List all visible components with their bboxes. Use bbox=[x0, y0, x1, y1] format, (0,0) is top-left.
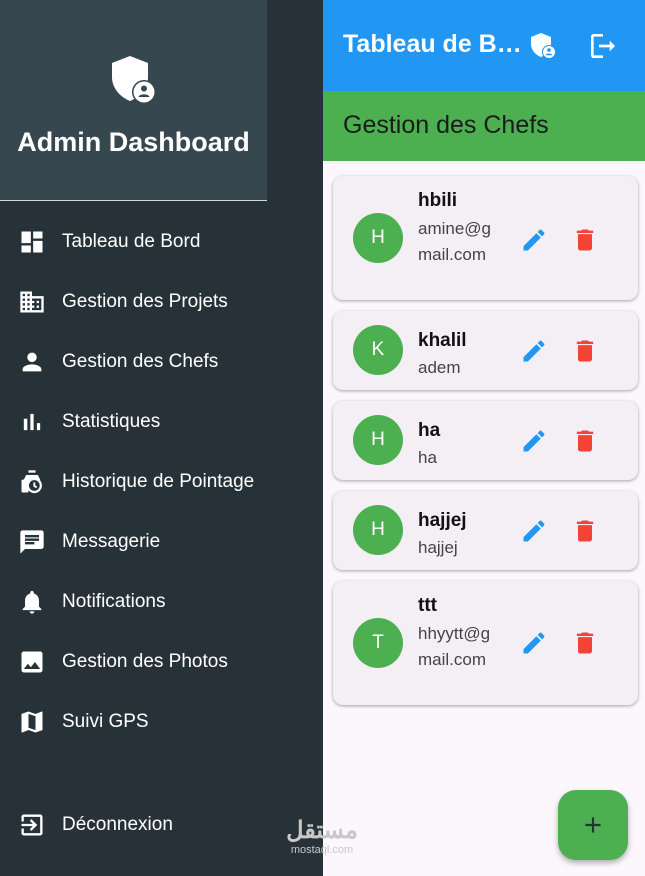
avatar: H bbox=[353, 213, 403, 263]
watermark: مستقل mostaql.com bbox=[282, 817, 362, 857]
sidebar-item-label: Historique de Pointage bbox=[62, 471, 255, 492]
edit-button[interactable] bbox=[520, 427, 548, 455]
avatar: K bbox=[353, 325, 403, 375]
sidebar-item-notifications[interactable]: Notifications bbox=[0, 574, 323, 630]
chef-card: H hajjej hajjej bbox=[333, 491, 638, 570]
plus-icon bbox=[585, 817, 601, 833]
sidebar: Admin Dashboard Tableau de Bord Gestion … bbox=[0, 0, 323, 876]
chef-card: H hbili amine@gmail.com bbox=[333, 176, 638, 300]
sidebar-item-suivi-gps[interactable]: Suivi GPS bbox=[0, 694, 323, 750]
logout-label: Déconnexion bbox=[62, 814, 173, 835]
chef-email: amine@gmail.com bbox=[418, 219, 492, 264]
logout-button[interactable]: Déconnexion bbox=[0, 797, 323, 853]
chef-name: hbili bbox=[418, 190, 458, 211]
admin-shield-icon bbox=[112, 56, 156, 104]
edit-button[interactable] bbox=[520, 226, 548, 254]
edit-button[interactable] bbox=[520, 629, 548, 657]
sidebar-item-gestion-des-chefs[interactable]: Gestion des Chefs bbox=[0, 334, 323, 390]
chef-email: ha bbox=[418, 448, 437, 467]
delete-button[interactable] bbox=[571, 517, 599, 545]
sidebar-header: Admin Dashboard bbox=[0, 0, 267, 201]
sidebar-item-tableau-de-bord[interactable]: Tableau de Bord bbox=[0, 214, 323, 270]
chef-card: K khalil adem bbox=[333, 311, 638, 390]
sidebar-title: Admin Dashboard bbox=[17, 127, 250, 157]
bar-chart-icon bbox=[23, 413, 41, 431]
sidebar-item-historique-de-pointage[interactable]: Historique de Pointage bbox=[0, 454, 323, 510]
logout-icon[interactable] bbox=[587, 30, 619, 62]
delete-button[interactable] bbox=[571, 337, 599, 365]
dashboard-icon bbox=[21, 231, 43, 253]
sidebar-item-gestion-des-photos[interactable]: Gestion des Photos bbox=[0, 634, 323, 690]
photo-icon bbox=[21, 651, 43, 673]
sidebar-item-label: Gestion des Photos bbox=[62, 651, 228, 672]
history-icon bbox=[21, 470, 42, 494]
chef-email: hajjej bbox=[418, 538, 458, 557]
sidebar-item-messagerie[interactable]: Messagerie bbox=[0, 514, 323, 570]
sidebar-item-label: Gestion des Projets bbox=[62, 291, 228, 312]
person-icon bbox=[22, 352, 42, 372]
delete-button[interactable] bbox=[571, 226, 599, 254]
sidebar-item-label: Suivi GPS bbox=[62, 711, 149, 732]
avatar: H bbox=[353, 505, 403, 555]
sidebar-item-label: Notifications bbox=[62, 591, 166, 612]
sidebar-item-label: Statistiques bbox=[62, 411, 161, 432]
app-bar: Tableau de Bo... bbox=[323, 0, 645, 91]
sidebar-item-statistiques[interactable]: Statistiques bbox=[0, 394, 323, 450]
watermark-arabic: مستقل bbox=[286, 817, 358, 844]
map-icon bbox=[21, 711, 43, 733]
chef-list: H hbili amine@gmail.com K khalil adem H … bbox=[323, 161, 645, 876]
message-icon bbox=[20, 530, 44, 554]
admin-shield-icon bbox=[531, 33, 556, 59]
chef-email: hhyytt@gmail.com bbox=[418, 624, 491, 669]
delete-button[interactable] bbox=[571, 427, 599, 455]
delete-button[interactable] bbox=[571, 629, 599, 657]
sidebar-item-label: Messagerie bbox=[62, 531, 161, 552]
chef-email: adem bbox=[418, 358, 461, 377]
watermark-latin: mostaql.com bbox=[290, 844, 354, 856]
add-chef-button[interactable] bbox=[558, 790, 628, 860]
chef-name: ha bbox=[418, 420, 441, 441]
avatar: H bbox=[353, 415, 403, 465]
page-title: Tableau de Bo... bbox=[343, 30, 523, 58]
sidebar-item-label: Tableau de Bord bbox=[62, 231, 201, 252]
section-header: Gestion des Chefs bbox=[323, 91, 645, 161]
sidebar-item-label: Gestion des Chefs bbox=[62, 351, 219, 372]
login-icon bbox=[21, 814, 43, 836]
chef-card: T ttt hhyytt@gmail.com bbox=[333, 581, 638, 705]
edit-button[interactable] bbox=[520, 517, 548, 545]
sidebar-item-gestion-des-projets[interactable]: Gestion des Projets bbox=[0, 274, 323, 330]
edit-button[interactable] bbox=[520, 337, 548, 365]
chef-name: ttt bbox=[418, 595, 437, 616]
chef-name: hajjej bbox=[418, 510, 467, 531]
avatar: T bbox=[353, 618, 403, 668]
bell-icon bbox=[22, 590, 42, 614]
chef-card: H ha ha bbox=[333, 401, 638, 480]
building-icon bbox=[20, 291, 44, 313]
section-title: Gestion des Chefs bbox=[343, 111, 549, 139]
chef-name: khalil bbox=[418, 330, 467, 351]
